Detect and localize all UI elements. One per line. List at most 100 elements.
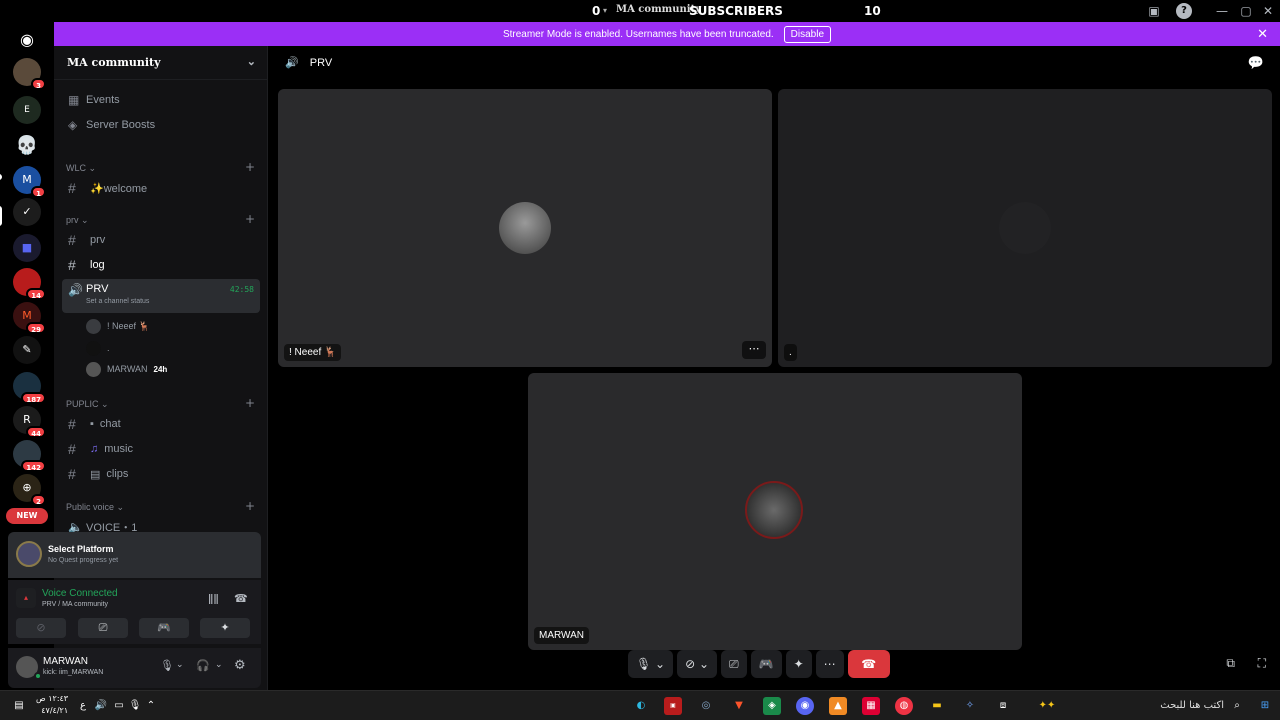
server-icon[interactable]: 142 xyxy=(13,440,46,472)
activities-icon[interactable]: 🎮 xyxy=(750,650,782,678)
minimize-button[interactable]: — xyxy=(1214,3,1230,19)
brave-icon[interactable]: ▼ xyxy=(730,697,748,715)
channel-log[interactable]: # log xyxy=(62,254,260,276)
steam-icon[interactable]: ◎ xyxy=(697,697,715,715)
server-icon[interactable]: 3 xyxy=(13,58,46,90)
user-status[interactable]: kick: iim_MARWAN xyxy=(43,669,103,676)
server-icon[interactable]: M1 xyxy=(13,166,46,198)
server-icon[interactable]: 187 xyxy=(13,372,46,404)
microphone-icon[interactable]: 🎙 xyxy=(160,659,174,672)
chevron-down-icon[interactable]: ⌄ xyxy=(176,660,184,670)
channel-chat[interactable]: # ▪ chat xyxy=(62,413,260,435)
category-puplic[interactable]: PUPLIC ⌄ xyxy=(66,399,109,410)
close-window-button[interactable]: ✕ xyxy=(1260,3,1276,19)
participant-tile[interactable]: . xyxy=(778,89,1272,367)
channel-prv[interactable]: # prv xyxy=(62,229,260,251)
add-channel-icon[interactable]: + xyxy=(245,396,255,410)
clock[interactable]: ١٢:٤٣ ص ٤٧/٤/٢١ xyxy=(36,693,68,717)
server-icon[interactable]: M 29 xyxy=(13,302,46,334)
server-icon[interactable]: 14 xyxy=(13,268,46,300)
server-header[interactable]: MA community ⌄ xyxy=(54,46,268,80)
category-wlc[interactable]: WLC ⌄ xyxy=(66,163,96,174)
quest-card[interactable]: Select Platform No Quest progress yet xyxy=(8,532,261,578)
file-explorer-icon[interactable]: ▬ xyxy=(928,697,946,715)
headphones-icon[interactable]: 🎧 xyxy=(196,659,210,672)
add-channel-icon[interactable]: + xyxy=(245,212,255,226)
search-icon[interactable]: ⌕ xyxy=(1228,697,1246,715)
camera-toggle-button[interactable]: ⊘ ⌄ xyxy=(677,650,718,678)
settings-gear-icon[interactable]: ⚙ xyxy=(234,658,246,673)
voice-status[interactable]: Voice Connected xyxy=(42,588,118,599)
soundboard-icon[interactable]: ✦ xyxy=(785,650,812,678)
signal-icon[interactable]: ▴ xyxy=(16,588,36,608)
mute-microphone-button[interactable]: 🎙 ⌄ xyxy=(628,650,674,678)
new-badge[interactable]: NEW xyxy=(6,508,48,524)
server-icon[interactable]: R 44 xyxy=(13,406,46,438)
server-icon[interactable]: ✓ xyxy=(13,198,41,226)
screen-share-button[interactable]: ⎚ xyxy=(78,618,128,638)
server-badge: 29 xyxy=(26,322,46,334)
events-item[interactable]: ▦ Events xyxy=(62,89,260,111)
app-icon[interactable]: ◈ xyxy=(763,697,781,715)
disconnect-icon[interactable]: ☎ xyxy=(234,592,248,605)
folder-icon[interactable]: ■ xyxy=(13,234,41,262)
voice-user[interactable]: ! Neeef 🦌 xyxy=(86,316,150,336)
chat-bubble-icon[interactable]: 💬 xyxy=(1248,56,1264,71)
chevron-down-icon: ⌄ xyxy=(246,55,256,68)
inbox-icon[interactable]: ▣ xyxy=(1146,3,1162,19)
voice-user[interactable]: MARWAN 24h xyxy=(86,359,167,379)
camera-off-button[interactable]: ⊘ xyxy=(16,618,66,638)
add-channel-icon[interactable]: + xyxy=(245,160,255,174)
channel-clips[interactable]: # ▤ clips xyxy=(62,463,260,485)
channel-status[interactable]: Set a channel status xyxy=(86,298,149,305)
channel-welcome[interactable]: # ✨welcome xyxy=(62,177,260,199)
maximize-button[interactable]: ▢ xyxy=(1238,3,1254,19)
app-icon[interactable]: ◐ xyxy=(632,697,650,715)
server-icon[interactable]: ⊕ 2 xyxy=(13,474,46,506)
category-public-voice[interactable]: Public voice ⌄ xyxy=(66,502,124,513)
server-icon[interactable]: ✎ xyxy=(13,336,41,364)
participant-tile[interactable]: MARWAN xyxy=(528,373,1022,650)
server-icon[interactable]: E xyxy=(13,96,41,124)
activities-button[interactable]: 🎮 xyxy=(139,618,189,638)
participant-name: ! Neeef 🦌 xyxy=(284,344,342,361)
participant-tile[interactable]: ! Neeef 🦌 ⋯ xyxy=(278,89,772,367)
disconnect-call-button[interactable]: ☎ xyxy=(847,650,890,678)
store-icon[interactable]: ▦ xyxy=(862,697,880,715)
add-channel-icon[interactable]: + xyxy=(245,499,255,513)
fullscreen-icon[interactable]: ⛶ xyxy=(1258,656,1266,671)
category-label: PUPLIC xyxy=(66,399,99,409)
app-icon[interactable]: ▲ xyxy=(829,697,847,715)
screen-share-icon[interactable]: ⎚ xyxy=(721,650,747,678)
server-boosts-item[interactable]: ◈ Server Boosts xyxy=(62,114,260,136)
voice-channel-prv[interactable]: 🔊 PRV Set a channel status 42:58 xyxy=(62,279,260,313)
soundboard-button[interactable]: ✦ xyxy=(200,618,250,638)
voice-user[interactable]: . xyxy=(86,338,110,358)
chrome-icon[interactable]: ◍ xyxy=(895,697,913,715)
discord-icon[interactable]: ◉ xyxy=(796,697,814,715)
widgets-icon[interactable]: ✦✦ xyxy=(1030,697,1064,715)
close-icon[interactable]: ✕ xyxy=(1257,26,1268,42)
task-view-icon[interactable]: ⧈ xyxy=(994,697,1012,715)
app-icon[interactable]: ▣ xyxy=(664,697,682,715)
chevron-down-icon[interactable]: ⌄ xyxy=(215,660,223,670)
language-indicator[interactable]: ع xyxy=(74,697,92,715)
category-prv[interactable]: prv ⌄ xyxy=(66,215,89,226)
volume-icon[interactable]: 🔊 xyxy=(92,697,110,715)
voice-channel-path[interactable]: PRV / MA community xyxy=(42,601,108,608)
skull-server-icon[interactable]: 💀 xyxy=(13,132,41,160)
start-windows-icon[interactable]: ⊞ xyxy=(1256,697,1274,715)
popout-icon[interactable]: ⧉ xyxy=(1226,656,1235,671)
channel-music[interactable]: # ♫ music xyxy=(62,438,260,460)
more-options-icon[interactable]: ⋯ xyxy=(815,650,844,678)
chevron-up-icon[interactable]: ⌃ xyxy=(142,697,160,715)
disable-button[interactable]: Disable xyxy=(783,25,832,43)
help-icon[interactable]: ? xyxy=(1176,3,1192,19)
more-options-icon[interactable]: ⋯ xyxy=(742,341,766,359)
noise-suppression-icon[interactable]: ǁǁ xyxy=(208,592,219,605)
discord-home-icon[interactable]: ◉ xyxy=(13,26,41,54)
taskbar-search[interactable]: اكتب هنا للبحث xyxy=(1070,695,1250,717)
copilot-icon[interactable]: ✧ xyxy=(961,697,979,715)
user-name[interactable]: MARWAN xyxy=(43,656,88,667)
notification-icon[interactable]: ▤ xyxy=(10,697,28,715)
